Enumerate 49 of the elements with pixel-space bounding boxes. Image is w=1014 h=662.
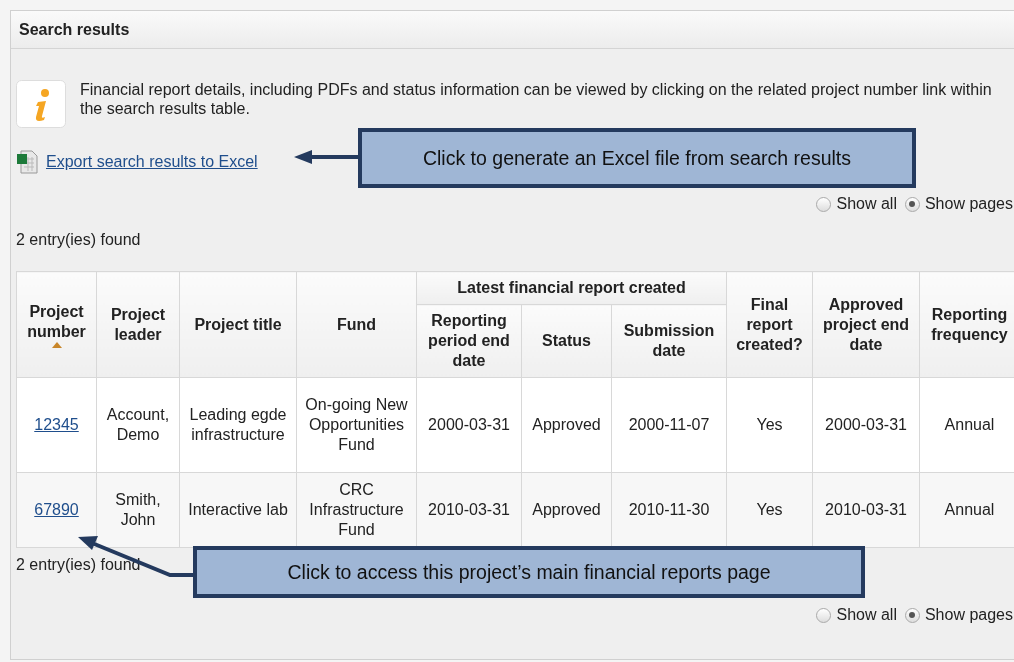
export-link[interactable]: Export search results to Excel xyxy=(46,153,258,171)
info-text: Financial report details, including PDFs and status information can be viewed by clicking on the related project number link within the search results table. xyxy=(80,80,993,118)
column-header[interactable]: Submission date xyxy=(611,304,727,378)
table-cell: Interactive lab xyxy=(188,501,288,518)
table-cell: Approved xyxy=(532,501,601,518)
radio-label: Show pages xyxy=(924,606,1013,624)
table-cell: On-going New Opportunities Fund xyxy=(305,396,408,453)
radio-label: Show all xyxy=(836,195,897,213)
column-header[interactable]: Reporting frequency xyxy=(919,271,1014,378)
table-cell: Smith, John xyxy=(115,491,161,528)
column-header[interactable]: Final report created? xyxy=(726,271,813,378)
table-cell: 2000-11-07 xyxy=(628,416,710,433)
table-cell: 2010-03-31 xyxy=(428,501,510,518)
column-header[interactable]: Project title xyxy=(179,271,297,378)
table-cell: Yes xyxy=(756,501,783,518)
table-cell: CRC Infrastructure Fund xyxy=(309,481,404,538)
table-cell: 2000-03-31 xyxy=(825,416,907,433)
radio-button[interactable] xyxy=(904,196,920,212)
table-cell: 2010-03-31 xyxy=(825,501,907,518)
panel-title: Search results xyxy=(19,20,130,39)
table-cell: Leading egde infrastructure xyxy=(189,406,287,443)
table-cell: Account, Demo xyxy=(106,406,170,443)
column-header[interactable]: Status xyxy=(521,304,612,378)
radio-button[interactable] xyxy=(904,607,920,623)
table-cell: 2000-03-31 xyxy=(428,416,510,433)
callout-box: Click to access this project’s main financial reports page xyxy=(193,546,865,598)
project-number-link[interactable]: 67890 xyxy=(34,501,79,518)
radio-button[interactable] xyxy=(816,196,832,212)
table-cell: Approved xyxy=(532,416,601,433)
table-cell: 2010-11-30 xyxy=(628,501,710,518)
sort-ascending-icon xyxy=(51,341,62,348)
column-header[interactable]: Approved project end date xyxy=(812,271,920,378)
column-header[interactable]: Fund xyxy=(296,271,417,378)
radio-label: Show all xyxy=(836,606,897,624)
column-header[interactable]: Reporting period end date xyxy=(416,304,522,378)
radio-button[interactable] xyxy=(816,607,832,623)
results-count: 2 entry(ies) found xyxy=(16,231,141,249)
table-cell: Annual xyxy=(944,416,995,433)
callout-arrow xyxy=(294,150,358,164)
column-group-header: Latest financial report created xyxy=(416,271,727,305)
spreadsheet-icon xyxy=(16,150,38,174)
info-icon xyxy=(16,80,66,128)
column-header[interactable]: Project number xyxy=(16,271,97,378)
project-number-link[interactable]: 12345 xyxy=(34,416,79,433)
column-header[interactable]: Project leader xyxy=(96,271,180,378)
radio-label: Show pages xyxy=(924,195,1013,213)
table-cell: Yes xyxy=(756,416,783,433)
table-cell: Annual xyxy=(944,501,995,518)
callout-box: Click to generate an Excel file from search results xyxy=(358,128,916,188)
